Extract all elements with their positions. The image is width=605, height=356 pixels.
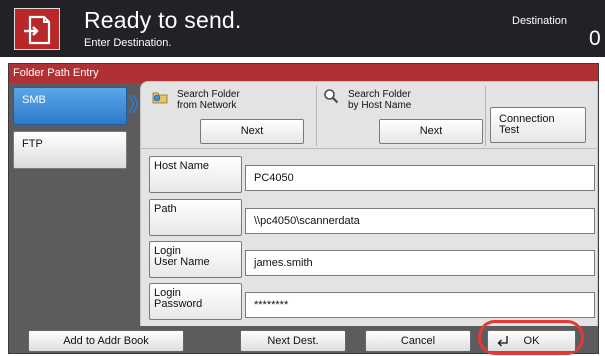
login-user-field[interactable]: james.smith	[245, 250, 595, 276]
login-password-field[interactable]: ********	[245, 292, 595, 318]
search-host-next-button[interactable]: Next	[379, 119, 483, 144]
enter-return-icon	[497, 336, 508, 347]
path-field[interactable]: \\pc4050\scannerdata	[245, 208, 595, 234]
toolbar-divider	[485, 86, 486, 146]
status-subtitle: Enter Destination.	[84, 37, 172, 49]
destination-count: 0	[589, 27, 601, 50]
ok-label: OK	[523, 335, 540, 347]
next-dest-button[interactable]: Next Dest.	[240, 330, 346, 352]
toolbar-divider	[316, 86, 317, 146]
path-label-button[interactable]: Path	[149, 199, 242, 236]
bottom-bar: Add to Addr Book Next Dest. Cancel OK	[9, 320, 598, 355]
search-host-label: Search Folder by Host Name	[348, 89, 412, 111]
search-toolbar: Search Folder from Network Next Search F…	[141, 82, 597, 149]
login-password-label-button[interactable]: Login Password	[149, 283, 242, 320]
double-chevron-right-icon	[128, 94, 139, 114]
magnifier-icon	[324, 89, 339, 104]
status-title: Ready to send.	[84, 7, 242, 33]
host-name-field[interactable]: PC4050	[245, 165, 595, 191]
add-to-addr-book-button[interactable]: Add to Addr Book	[28, 330, 184, 352]
tab-ftp-label: FTP	[22, 138, 43, 150]
login-user-label-button[interactable]: Login User Name	[149, 241, 242, 278]
tab-smb[interactable]: SMB	[13, 87, 127, 125]
tab-smb-label: SMB	[22, 94, 46, 106]
search-network-label: Search Folder from Network	[177, 89, 240, 111]
search-network-next-button[interactable]: Next	[200, 119, 304, 144]
content-panel: Search Folder from Network Next Search F…	[140, 81, 598, 327]
network-folder-icon	[152, 92, 168, 104]
ok-button[interactable]: OK	[487, 330, 576, 352]
send-document-icon	[14, 8, 60, 50]
tab-ftp[interactable]: FTP	[13, 131, 127, 169]
destination-label: Destination	[512, 15, 568, 27]
status-header: Ready to send. Enter Destination. Destin…	[0, 0, 605, 57]
host-name-label-button[interactable]: Host Name	[149, 156, 242, 193]
folder-path-dialog: Folder Path Entry SMB FTP Search Folder …	[8, 63, 599, 355]
cancel-button[interactable]: Cancel	[365, 330, 471, 352]
connection-test-button[interactable]: Connection Test	[490, 107, 586, 143]
